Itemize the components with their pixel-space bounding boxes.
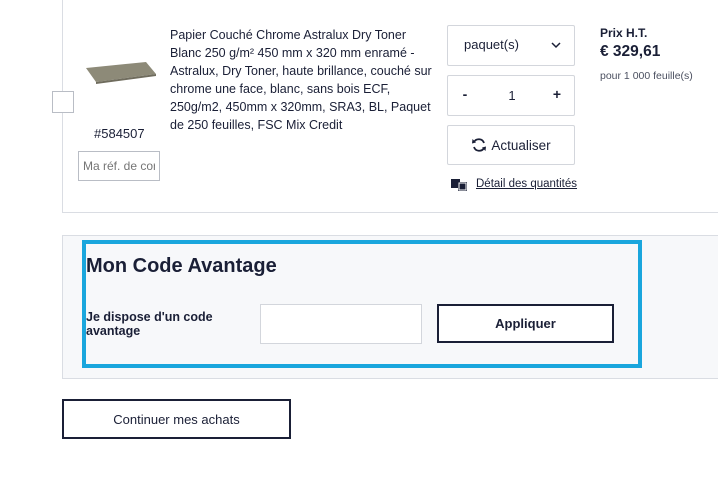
unit-select-value: paquet(s) [464,37,519,52]
price-unit: pour 1 000 feuille(s) [600,70,693,82]
product-select-checkbox[interactable] [52,91,74,113]
price-label: Prix H.T. [600,26,648,40]
unit-select[interactable]: paquet(s) [447,25,575,66]
refresh-icon [472,138,487,152]
product-description: Papier Couché Chrome Astralux Dry Toner … [170,28,432,132]
continue-shopping-button[interactable]: Continuer mes achats [62,399,291,439]
quantity-detail-label[interactable]: Détail des quantités [476,178,577,190]
promo-code-input[interactable] [260,304,422,344]
product-sku: #584507 [94,126,145,141]
chevron-down-icon [551,42,561,49]
promo-code-label: Je dispose d'un code avantage [86,310,213,338]
boxes-icon [451,179,467,191]
refresh-button[interactable]: Actualiser [447,125,575,165]
quantity-stepper[interactable]: - 1 + [447,75,575,116]
price-value: € 329,61 [600,43,661,60]
promo-title: Mon Code Avantage [86,255,277,277]
quantity-value[interactable]: 1 [498,88,526,103]
product-thumbnail [86,62,156,84]
refresh-label: Actualiser [491,137,551,153]
customer-reference-input[interactable] [78,151,160,181]
apply-button[interactable]: Appliquer [437,304,614,343]
quantity-increment-button[interactable]: + [550,86,564,102]
quantity-decrement-button[interactable]: - [458,86,472,102]
quantity-detail-link[interactable]: Détail des quantités [450,177,577,191]
